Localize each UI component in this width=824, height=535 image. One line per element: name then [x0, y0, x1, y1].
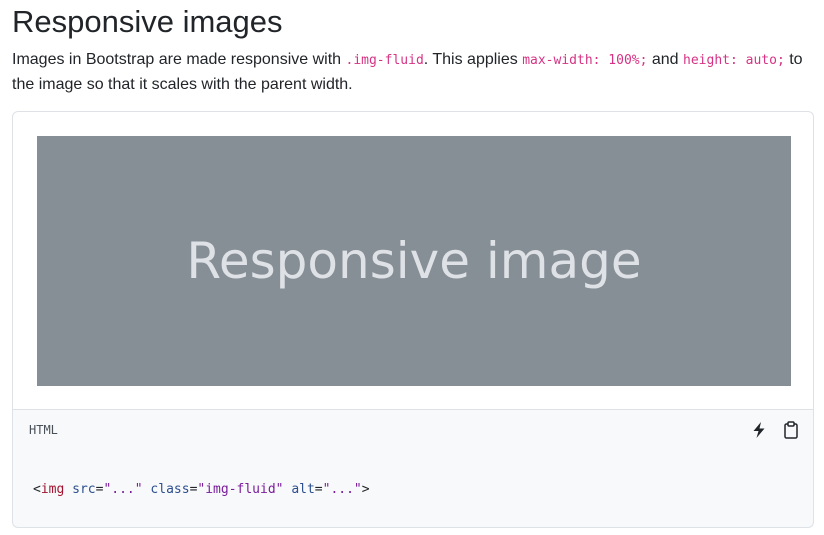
code-language-label: HTML	[29, 423, 58, 437]
code-token-attr-alt: alt	[291, 482, 315, 497]
code-token-attr-src: src	[72, 482, 96, 497]
responsive-image-placeholder: Responsive image	[37, 136, 791, 386]
code-token-eq: =	[314, 482, 323, 497]
inline-code-max-width: max-width: 100%;	[522, 53, 648, 68]
code-block-header: HTML	[12, 409, 814, 451]
description-text-2: . This applies	[423, 51, 523, 68]
inline-code-height-auto: height: auto;	[683, 53, 785, 68]
code-token-open: <	[33, 482, 41, 497]
code-token-attr-class: class	[150, 482, 190, 497]
inline-code-img-fluid: .img-fluid	[345, 53, 424, 68]
code-token-value-alt: "..."	[322, 482, 362, 497]
code-token-tag: img	[40, 482, 65, 497]
lightning-icon[interactable]	[748, 419, 770, 441]
code-token-value-src: "..."	[103, 482, 143, 497]
code-snippet: <img src="..." class="img-fluid" alt="..…	[33, 480, 370, 500]
section-heading: Responsive images	[12, 4, 283, 39]
code-block-body: <img src="..." class="img-fluid" alt="..…	[12, 450, 814, 528]
example-preview: Responsive image	[12, 111, 814, 409]
description-text-3: and	[647, 51, 684, 68]
section-description: Images in Bootstrap are made responsive …	[12, 48, 812, 97]
placeholder-label: Responsive image	[186, 232, 642, 290]
page: Responsive images Images in Bootstrap ar…	[0, 0, 824, 535]
code-token-close: >	[361, 482, 370, 497]
description-text-1: Images in Bootstrap are made responsive …	[12, 51, 346, 68]
clipboard-icon[interactable]	[780, 419, 802, 441]
code-token-value-class: "img-fluid"	[197, 482, 284, 497]
